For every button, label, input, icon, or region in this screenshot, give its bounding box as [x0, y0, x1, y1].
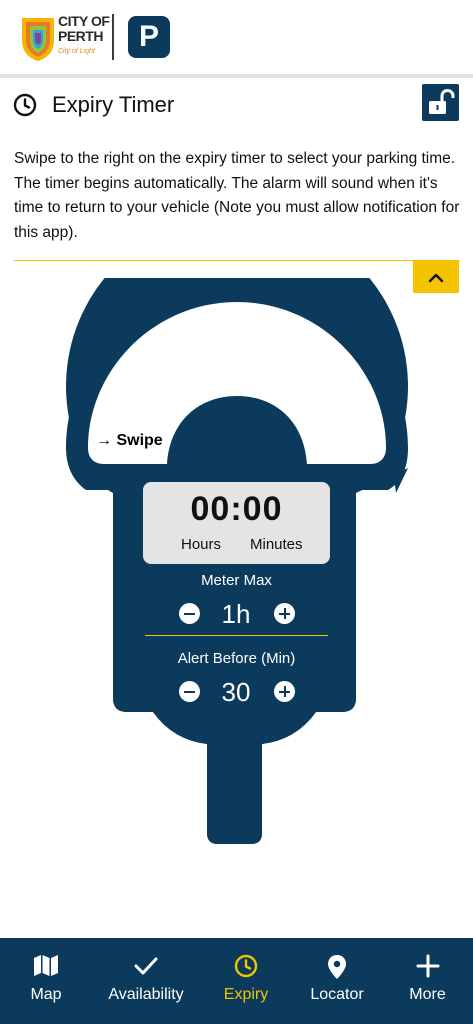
chevron-up-icon: [428, 273, 444, 283]
minus-icon: [184, 612, 195, 615]
nav-label-availability: Availability: [108, 986, 184, 1003]
logo-text-line2: PERTH: [58, 28, 103, 44]
lock-button[interactable]: [422, 84, 459, 121]
nav-item-more[interactable]: More: [382, 938, 473, 1024]
minutes-label: Minutes: [250, 536, 303, 553]
plus-icon-v: [283, 608, 286, 619]
meter-max-label: Meter Max: [201, 572, 272, 589]
plus-icon: [416, 954, 440, 978]
meter-max-increment-button[interactable]: [274, 603, 295, 624]
plus-icon-v: [283, 686, 286, 697]
alert-before-value: 30: [221, 677, 251, 707]
header-divider-line: [0, 74, 473, 78]
nav-item-locator[interactable]: Locator: [292, 938, 382, 1024]
meter-divider: [145, 635, 328, 636]
parking-badge: P: [128, 16, 170, 58]
header-divider: [112, 14, 114, 60]
logo-tagline: City of Light: [58, 48, 95, 55]
nav-label-more: More: [409, 986, 446, 1003]
title-row: Expiry Timer: [0, 84, 473, 128]
alert-before-label: Alert Before (Min): [177, 650, 296, 667]
timer-value: 00:00: [190, 490, 283, 528]
clock-icon: [13, 93, 37, 117]
timer-display: 00:00 Hours Minutes: [143, 482, 330, 564]
section-divider: [14, 260, 460, 261]
nav-label-expiry: Expiry: [223, 986, 269, 1003]
map-icon: [34, 955, 58, 976]
collapse-button[interactable]: [413, 261, 459, 293]
instructions-text: Swipe to the right on the expiry timer t…: [14, 150, 460, 241]
meter-max-value: 1h: [221, 599, 251, 629]
app-header: CITY OF PERTH City of Light P: [0, 0, 473, 74]
alert-increment-button[interactable]: [274, 681, 295, 702]
checkmark-icon: [134, 957, 158, 975]
nav-item-map[interactable]: Map: [0, 938, 92, 1024]
location-pin-icon: [328, 955, 346, 979]
clock-icon: [234, 954, 258, 978]
bottom-nav: Map Availability Expiry Locator More: [0, 938, 473, 1024]
minus-icon: [184, 690, 195, 693]
nav-item-expiry[interactable]: Expiry: [200, 938, 292, 1024]
unlocked-padlock-icon: [429, 89, 455, 114]
page-title: Expiry Timer: [52, 92, 175, 117]
swipe-hint: → Swipe: [96, 432, 163, 449]
nav-item-availability[interactable]: Availability: [92, 938, 200, 1024]
logo-text-line1: CITY OF: [58, 13, 110, 29]
nav-label-map: Map: [30, 986, 62, 1003]
hours-label: Hours: [181, 536, 222, 553]
nav-label-locator: Locator: [310, 986, 364, 1003]
